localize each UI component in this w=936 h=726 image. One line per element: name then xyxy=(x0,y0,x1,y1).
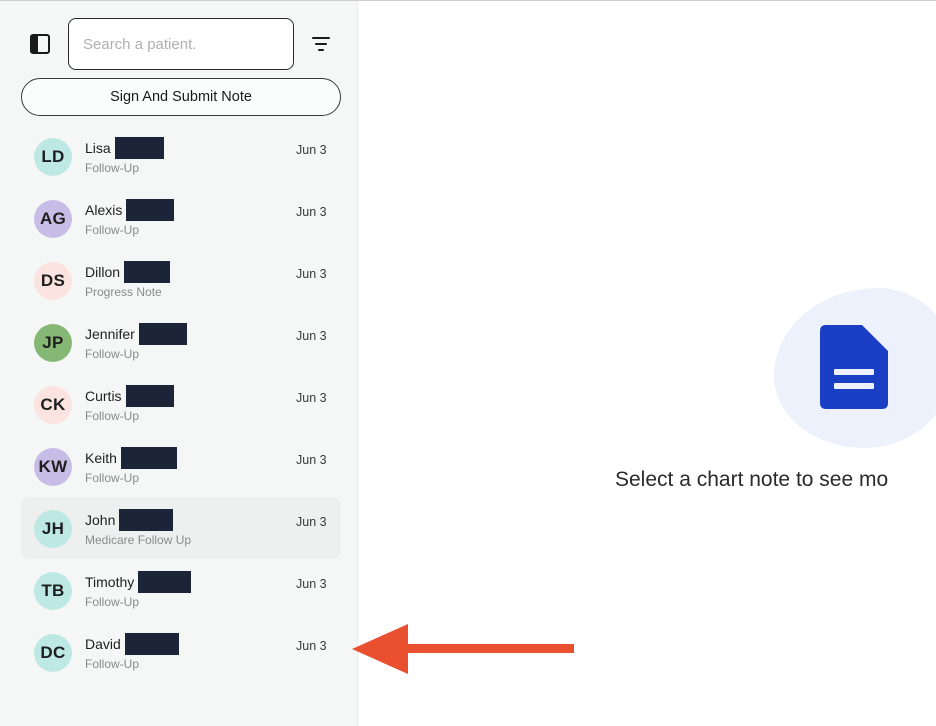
avatar: JP xyxy=(34,324,72,362)
sign-and-submit-note-button[interactable]: Sign And Submit Note xyxy=(21,78,341,116)
patient-row[interactable]: DC David Follow-Up Jun 3 xyxy=(21,621,341,683)
redaction-block xyxy=(120,447,177,469)
note-type: Follow-Up xyxy=(85,161,140,175)
patient-name: Alexis xyxy=(85,199,175,221)
patient-row[interactable]: DS Dillon Progress Note Jun 3 xyxy=(21,249,341,311)
annotation-arrow xyxy=(352,624,574,674)
note-date: Jun 3 xyxy=(296,391,327,405)
patient-name: John xyxy=(85,509,174,531)
patient-first-name: Dillon xyxy=(85,264,121,280)
patient-row[interactable]: TB Timothy Follow-Up Jun 3 xyxy=(21,559,341,621)
patient-first-name: Curtis xyxy=(85,388,122,404)
avatar: DC xyxy=(34,634,72,672)
note-date: Jun 3 xyxy=(296,329,327,343)
redaction-block xyxy=(124,633,179,655)
redaction-block xyxy=(125,385,174,407)
patient-sidebar: Sign And Submit Note LD Lisa Follow-Up J… xyxy=(0,1,358,726)
patient-row[interactable]: LD Lisa Follow-Up Jun 3 xyxy=(21,125,341,187)
patient-name: Keith xyxy=(85,447,177,469)
note-type: Progress Note xyxy=(85,285,162,299)
avatar: CK xyxy=(34,386,72,424)
avatar: KW xyxy=(34,448,72,486)
patient-name: Curtis xyxy=(85,385,174,407)
patient-first-name: Timothy xyxy=(85,574,135,590)
patient-name: David xyxy=(85,633,179,655)
note-type: Medicare Follow Up xyxy=(85,533,192,547)
redaction-block xyxy=(114,137,164,159)
note-date: Jun 3 xyxy=(296,267,327,281)
note-type: Follow-Up xyxy=(85,223,140,237)
redaction-block xyxy=(138,323,187,345)
redaction-block xyxy=(124,261,171,283)
search-input[interactable] xyxy=(69,19,293,69)
patient-list: LD Lisa Follow-Up Jun 3 AG Alexis Follow… xyxy=(21,125,341,683)
filter-icon[interactable] xyxy=(310,35,332,53)
search-box xyxy=(68,18,294,70)
note-type: Follow-Up xyxy=(85,595,140,609)
patient-name: Lisa xyxy=(85,137,164,159)
patient-row-selected[interactable]: JH John Medicare Follow Up Jun 3 xyxy=(21,497,341,559)
note-type: Follow-Up xyxy=(85,347,140,361)
note-type: Follow-Up xyxy=(85,471,140,485)
avatar: LD xyxy=(34,138,72,176)
patient-first-name: John xyxy=(85,512,116,528)
note-type: Follow-Up xyxy=(85,409,140,423)
patient-row[interactable]: KW Keith Follow-Up Jun 3 xyxy=(21,435,341,497)
redaction-block xyxy=(138,571,192,593)
patient-name: Jennifer xyxy=(85,323,187,345)
note-date: Jun 3 xyxy=(296,143,327,157)
patient-first-name: Alexis xyxy=(85,202,123,218)
empty-state-message: Select a chart note to see mo xyxy=(615,468,889,491)
patient-first-name: Keith xyxy=(85,450,117,466)
note-date: Jun 3 xyxy=(296,515,327,529)
patient-first-name: David xyxy=(85,636,121,652)
patient-first-name: Lisa xyxy=(85,140,111,156)
patient-row[interactable]: JP Jennifer Follow-Up Jun 3 xyxy=(21,311,341,373)
avatar: DS xyxy=(34,262,72,300)
avatar: JH xyxy=(34,510,72,548)
avatar: TB xyxy=(34,572,72,610)
redaction-block xyxy=(126,199,175,221)
document-icon xyxy=(820,325,888,409)
avatar: AG xyxy=(34,200,72,238)
note-type: Follow-Up xyxy=(85,657,140,671)
note-date: Jun 3 xyxy=(296,205,327,219)
sidebar-toggle-icon[interactable] xyxy=(30,34,50,54)
note-date: Jun 3 xyxy=(296,639,327,653)
patient-name: Dillon xyxy=(85,261,171,283)
note-date: Jun 3 xyxy=(296,453,327,467)
patient-row[interactable]: CK Curtis Follow-Up Jun 3 xyxy=(21,373,341,435)
patient-name: Timothy xyxy=(85,571,192,593)
note-date: Jun 3 xyxy=(296,577,327,591)
patient-first-name: Jennifer xyxy=(85,326,135,342)
patient-row[interactable]: AG Alexis Follow-Up Jun 3 xyxy=(21,187,341,249)
redaction-block xyxy=(119,509,174,531)
